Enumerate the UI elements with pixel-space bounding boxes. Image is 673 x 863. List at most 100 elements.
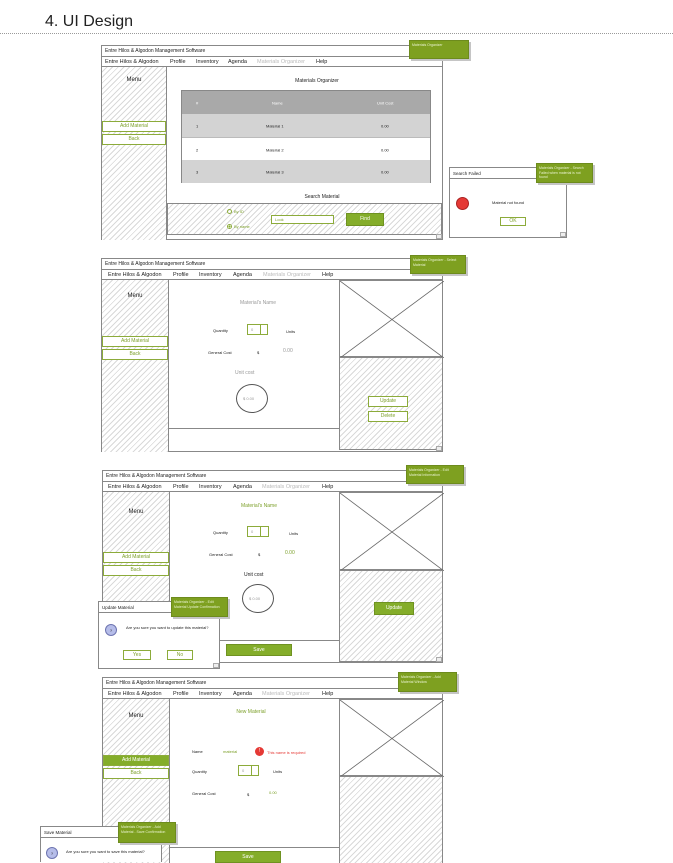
- menu-inventory[interactable]: Inventory: [199, 482, 222, 492]
- update-button[interactable]: Update: [374, 602, 414, 615]
- menu-materials[interactable]: Materials Organizer: [262, 689, 310, 699]
- side-menu-label: Menu: [128, 509, 144, 515]
- back-button[interactable]: Back: [102, 134, 166, 145]
- radio-by-name[interactable]: [227, 224, 232, 229]
- search-input[interactable]: Look: [271, 215, 334, 224]
- menu-materials[interactable]: Materials Organizer: [257, 57, 305, 67]
- material-name: Material's Name: [240, 300, 276, 306]
- menu-help[interactable]: Help: [322, 689, 333, 699]
- radio-by-id[interactable]: [227, 209, 232, 214]
- menu-bar: Entre Hilos & Algodon Profile Inventory …: [102, 270, 442, 280]
- menu-agenda[interactable]: Agenda: [233, 482, 252, 492]
- name-field[interactable]: material: [223, 749, 237, 754]
- mockup-materials-organizer: Entre Hilos & Algodon Management Softwar…: [101, 45, 443, 240]
- quantity-stepper[interactable]: 0: [247, 526, 269, 537]
- table-header: # Name Unit Cost: [182, 91, 430, 114]
- quantity-stepper[interactable]: 0: [247, 324, 268, 335]
- side-menu-label: Menu: [126, 77, 142, 83]
- menu-agenda[interactable]: Agenda: [233, 689, 252, 699]
- unit-cost-circle: $ 0.00: [236, 384, 268, 413]
- resize-handle[interactable]: [560, 232, 566, 237]
- question-icon: ?: [105, 624, 117, 636]
- radio-by-id-label: By ID: [234, 209, 244, 214]
- delete-button[interactable]: Delete: [368, 411, 408, 422]
- name-label: Name: [192, 749, 203, 754]
- action-panel: [339, 776, 443, 863]
- menu-bar: Entre Hilos & Algodon Profile Inventory …: [102, 57, 442, 67]
- col-header: Name: [272, 100, 283, 105]
- back-button[interactable]: Back: [103, 565, 169, 576]
- menu-profile[interactable]: Profile: [173, 689, 189, 699]
- cell: 1: [196, 123, 199, 128]
- question-icon: ?: [46, 847, 58, 859]
- menu-home[interactable]: Entre Hilos & Algodon: [108, 270, 162, 280]
- menu-profile[interactable]: Profile: [173, 270, 189, 280]
- menu-help[interactable]: Help: [322, 270, 333, 280]
- units-label: Units: [286, 329, 296, 334]
- resize-handle[interactable]: [436, 657, 442, 662]
- menu-inventory[interactable]: Inventory: [199, 270, 222, 280]
- dialog-message: Are you sure you want to save this mater…: [66, 849, 145, 854]
- general-cost-value: 0.00: [283, 348, 293, 354]
- stepper-divider: [260, 527, 261, 536]
- update-button[interactable]: Update: [368, 396, 408, 407]
- menu-inventory[interactable]: Inventory: [199, 689, 222, 699]
- cell: 2: [196, 147, 199, 152]
- menu-agenda[interactable]: Agenda: [228, 57, 247, 67]
- general-cost-value[interactable]: 0.00: [269, 790, 277, 795]
- menu-inventory[interactable]: Inventory: [196, 57, 219, 67]
- general-cost-label: General Cost: [209, 552, 233, 557]
- add-material-button[interactable]: Add Material: [103, 755, 169, 766]
- menu-materials[interactable]: Materials Organizer: [263, 270, 311, 280]
- table-row[interactable]: 1 Material 1 0.00: [182, 114, 430, 137]
- ok-button[interactable]: OK: [500, 217, 526, 226]
- mockup-select-material: Entre Hilos & Algodon Management Softwar…: [101, 258, 444, 452]
- unit-cost-circle: $ 0.00: [242, 584, 274, 613]
- menu-help[interactable]: Help: [316, 57, 327, 67]
- table-row[interactable]: 3 Material 3 0.00: [182, 160, 430, 183]
- menu-home[interactable]: Entre Hilos & Algodon: [105, 57, 159, 67]
- cell: Material 1: [266, 123, 284, 128]
- back-button[interactable]: Back: [102, 349, 168, 360]
- add-material-button[interactable]: Add Material: [102, 121, 166, 132]
- stepper-divider: [251, 766, 252, 775]
- menu-materials[interactable]: Materials Organizer: [262, 482, 310, 492]
- page-title: Materials Organizer: [295, 78, 339, 84]
- side-menu: Menu Add Material Back: [102, 280, 169, 452]
- unit-cost-value: $ 0.00: [249, 596, 261, 601]
- no-button[interactable]: No: [167, 650, 193, 660]
- cell: 3: [196, 169, 199, 174]
- menu-profile[interactable]: Profile: [173, 482, 189, 492]
- yes-button[interactable]: Yes: [123, 650, 151, 660]
- menu-home[interactable]: Entre Hilos & Algodon: [108, 482, 162, 492]
- cell: 0.00: [381, 123, 389, 128]
- col-header: #: [196, 100, 199, 105]
- resize-handle[interactable]: [213, 663, 219, 668]
- page-title: New Material: [236, 709, 266, 715]
- error-icon: [456, 197, 469, 210]
- add-material-button[interactable]: Add Material: [102, 336, 168, 347]
- table-row[interactable]: 2 Material 2 0.00: [182, 137, 430, 162]
- add-material-button[interactable]: Add Material: [103, 552, 169, 563]
- menu-agenda[interactable]: Agenda: [233, 270, 252, 280]
- image-placeholder: [339, 280, 444, 358]
- menu-home[interactable]: Entre Hilos & Algodon: [108, 689, 162, 699]
- quantity-value: 0: [242, 768, 245, 773]
- quantity-stepper[interactable]: 0: [238, 765, 259, 776]
- resize-handle[interactable]: [436, 234, 442, 239]
- quantity-label: Quantity: [213, 530, 228, 535]
- error-icon: !: [255, 747, 264, 756]
- save-button[interactable]: Save: [215, 851, 281, 863]
- menu-profile[interactable]: Profile: [170, 57, 186, 67]
- save-button[interactable]: Save: [226, 644, 292, 656]
- resize-handle[interactable]: [436, 446, 442, 451]
- image-placeholder-icon: [340, 281, 444, 358]
- find-button[interactable]: Find: [346, 213, 384, 226]
- image-placeholder: [339, 699, 444, 777]
- annotation-note: Materials Organizer - Select Material: [410, 255, 466, 274]
- back-button[interactable]: Back: [103, 768, 169, 779]
- material-name: Material's Name: [241, 503, 277, 509]
- annotation-note: Materials Organizer - Search Failed when…: [536, 163, 593, 183]
- col-header: Unit Cost: [377, 100, 394, 105]
- menu-help[interactable]: Help: [322, 482, 333, 492]
